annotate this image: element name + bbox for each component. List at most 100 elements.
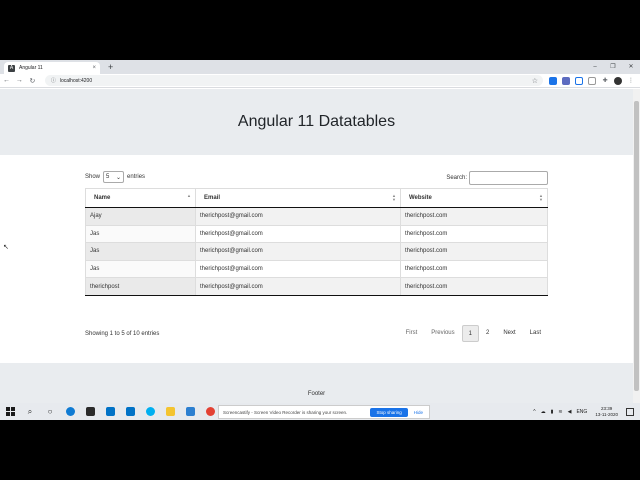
system-tray: ^ ☁ ▮ ≋ ◀ ENG 23:39 13-11-2020: [528, 403, 634, 420]
entries-value: 5: [106, 174, 110, 180]
share-message: Screencastify - Screen Video Recorder is…: [223, 409, 348, 415]
column-header-email[interactable]: Email ▲ ▼: [195, 188, 401, 208]
cell-name: therichpost: [85, 277, 196, 296]
search-icon[interactable]: ⌕: [20, 403, 40, 420]
close-window-icon[interactable]: ✕: [622, 60, 640, 74]
sort-icon: ▲ ▼: [392, 193, 396, 202]
edge-icon[interactable]: [60, 403, 80, 420]
puzzle-icon[interactable]: ✚: [601, 77, 609, 85]
scrollbar[interactable]: [633, 89, 640, 403]
taskbar: ⌕ ○ Screencastify - Screen Video Recorde…: [0, 403, 640, 420]
address-bar[interactable]: ⓘ localhost:4200 ☆: [44, 75, 543, 86]
cell-name: Jas: [85, 260, 196, 279]
page-2-button[interactable]: 2: [479, 325, 496, 342]
menu-icon[interactable]: ⋮: [627, 77, 635, 85]
extensions: ✚ ⋮: [549, 76, 640, 85]
cell-name: Jas: [85, 242, 196, 261]
search-input[interactable]: [469, 171, 548, 185]
cell-name: Jas: [85, 225, 196, 244]
language-indicator[interactable]: ENG: [576, 409, 587, 415]
windows-icon: [5, 407, 15, 416]
stop-sharing-button[interactable]: Stop sharing: [370, 407, 408, 417]
column-header-website[interactable]: Website ▲ ▼: [400, 188, 548, 208]
next-page-button[interactable]: Next: [496, 325, 522, 342]
minimize-icon[interactable]: –: [586, 60, 604, 74]
skype-icon[interactable]: [140, 403, 160, 420]
bookmark-star-icon[interactable]: ☆: [532, 77, 538, 85]
page-1-button[interactable]: 1: [461, 325, 479, 342]
cell-email: therichpost@gmail.com: [195, 260, 401, 279]
window-controls: – ❐ ✕: [586, 60, 640, 74]
entries-select[interactable]: 5 ⌄: [103, 171, 125, 183]
previous-page-button[interactable]: Previous: [424, 325, 461, 342]
clock[interactable]: 23:39 13-11-2020: [595, 406, 618, 418]
show-label: Show: [85, 174, 101, 180]
length-control: Show 5 ⌄ entries: [85, 171, 145, 183]
address-url: localhost:4200: [59, 77, 93, 84]
clock-date: 13-11-2020: [595, 411, 618, 417]
table-row: Jas therichpost@gmail.com therichpost.co…: [85, 242, 548, 261]
info-icon[interactable]: ⓘ: [51, 77, 56, 84]
last-page-button[interactable]: Last: [523, 325, 548, 342]
data-table: Name ▲ Email ▲ ▼ Website ▲ ▼ Ajay therichpost…: [85, 188, 548, 296]
search-control: Search:: [446, 171, 548, 185]
cell-website: therichpost.com: [400, 207, 548, 226]
footer-text: Footer: [307, 391, 326, 397]
mouse-cursor-icon: ↖: [3, 244, 9, 251]
table-row: therichpost therichpost@gmail.com theric…: [85, 277, 548, 296]
cell-name: Ajay: [85, 207, 196, 226]
cell-email: therichpost@gmail.com: [195, 242, 401, 261]
cell-website: therichpost.com: [400, 260, 548, 279]
chrome-icon[interactable]: [200, 403, 220, 420]
table-row: Ajay therichpost@gmail.com therichpost.c…: [85, 207, 548, 226]
angular-icon: A: [8, 64, 15, 72]
table-info: Showing 1 to 5 of 10 entries: [85, 331, 160, 337]
scrollbar-thumb[interactable]: [634, 101, 639, 391]
tab-close-icon[interactable]: ×: [92, 65, 96, 71]
back-icon[interactable]: ←: [0, 77, 13, 84]
sort-icon: ▲ ▼: [539, 193, 543, 202]
new-tab-button[interactable]: +: [108, 62, 113, 72]
chevron-up-icon[interactable]: ^: [533, 409, 535, 415]
cloud-icon[interactable]: ☁: [541, 409, 546, 415]
reload-icon[interactable]: ↻: [26, 77, 39, 85]
search-label: Search:: [446, 175, 467, 181]
column-header-name[interactable]: Name ▲: [85, 188, 196, 208]
entries-label: entries: [127, 174, 146, 180]
extension-icon[interactable]: [562, 76, 570, 85]
mail-icon[interactable]: [100, 403, 120, 420]
extension-icon[interactable]: [549, 76, 557, 85]
avatar[interactable]: [614, 76, 622, 85]
browser-tab[interactable]: A Angular 11 ×: [4, 62, 100, 74]
jumbotron: Angular 11 Datatables: [0, 89, 633, 155]
maximize-icon[interactable]: ❐: [604, 60, 622, 74]
volume-icon[interactable]: ◀: [568, 409, 572, 415]
task-view-icon[interactable]: ○: [40, 403, 60, 420]
hide-button[interactable]: Hide: [414, 410, 423, 415]
chevron-down-icon: ⌄: [115, 174, 122, 181]
start-button[interactable]: [0, 403, 20, 420]
sort-asc-icon: ▲: [187, 193, 191, 198]
datatable-controls: Show 5 ⌄ entries Search:: [85, 169, 548, 185]
table-row: Jas therichpost@gmail.com therichpost.co…: [85, 225, 548, 244]
cell-email: therichpost@gmail.com: [195, 225, 401, 244]
cell-website: therichpost.com: [400, 242, 548, 261]
screen-share-banner: Screencastify - Screen Video Recorder is…: [218, 405, 430, 419]
browser-toolbar: ← → ↻ ⓘ localhost:4200 ☆ ✚ ⋮: [0, 74, 640, 88]
extension-icon[interactable]: [575, 76, 583, 85]
page-title: Angular 11 Datatables: [237, 113, 396, 130]
notification-icon[interactable]: [626, 407, 634, 416]
file-explorer-icon[interactable]: [160, 403, 180, 420]
page-footer: Footer: [0, 363, 633, 403]
shield-icon[interactable]: [588, 76, 596, 85]
battery-icon[interactable]: ▮: [551, 409, 554, 415]
store-icon[interactable]: [80, 403, 100, 420]
page-viewport: Angular 11 Datatables Show 5 ⌄ entries Se…: [0, 89, 633, 403]
vscode-icon[interactable]: [180, 403, 200, 420]
first-page-button[interactable]: First: [399, 325, 425, 342]
cell-email: therichpost@gmail.com: [195, 277, 401, 296]
forward-icon[interactable]: →: [13, 77, 26, 84]
outlook-icon[interactable]: [120, 403, 140, 420]
wifi-icon[interactable]: ≋: [558, 409, 562, 415]
screen: A Angular 11 × + – ❐ ✕ ← → ↻ ⓘ localhost…: [0, 60, 640, 420]
